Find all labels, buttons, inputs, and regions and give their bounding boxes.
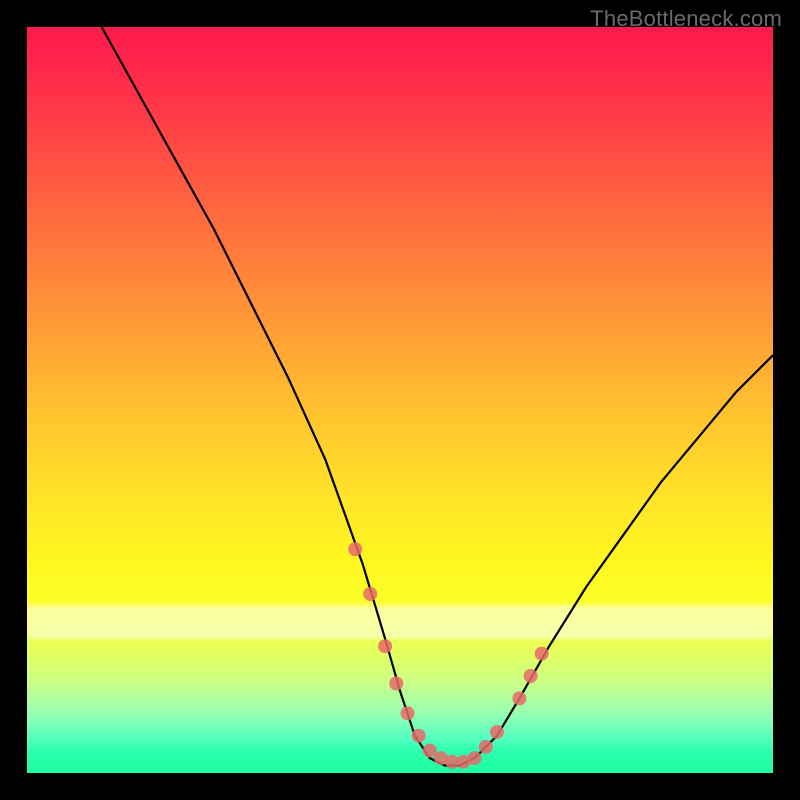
chart-plot-area xyxy=(27,27,773,773)
marker-dot xyxy=(412,729,426,743)
marker-dot xyxy=(378,639,392,653)
chart-svg xyxy=(27,27,773,773)
watermark-text: TheBottleneck.com xyxy=(590,6,782,32)
marker-dot xyxy=(535,647,549,661)
marker-dot xyxy=(468,751,482,765)
marker-dot xyxy=(512,691,526,705)
marker-dot xyxy=(363,587,377,601)
bottleneck-curve xyxy=(102,27,773,766)
marker-dot xyxy=(524,669,538,683)
marker-dot xyxy=(348,542,362,556)
marker-dot xyxy=(401,706,415,720)
marker-group xyxy=(348,542,549,769)
marker-dot xyxy=(389,677,403,691)
marker-dot xyxy=(479,740,493,754)
marker-dot xyxy=(490,725,504,739)
